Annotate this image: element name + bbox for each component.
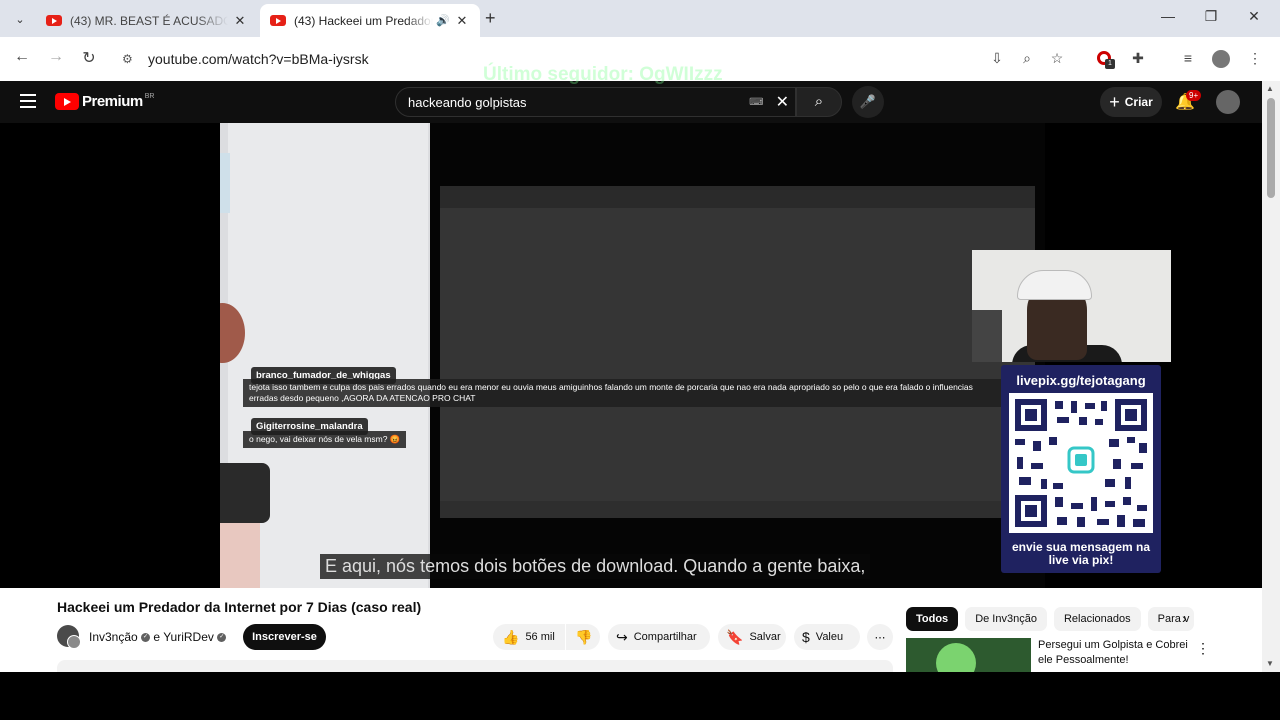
youtube-play-icon bbox=[55, 93, 79, 110]
notification-count-badge: 9+ bbox=[1186, 90, 1202, 101]
new-tab-button[interactable]: + bbox=[485, 8, 496, 29]
subtitle-caption: E aqui, nós temos dois botões de downloa… bbox=[320, 554, 871, 579]
youtube-favicon-icon bbox=[46, 15, 62, 26]
url-text[interactable]: youtube.com/watch?v=bBMa-iysrsk bbox=[148, 51, 369, 67]
microphone-icon[interactable]: 🎤 bbox=[852, 86, 884, 118]
tab-title: (43) MR. BEAST É ACUSADO DE bbox=[70, 13, 228, 28]
chevron-right-icon[interactable]: › bbox=[1182, 610, 1187, 626]
chat-message-text: tejota isso tambem e culpa dos pais erra… bbox=[243, 379, 1003, 407]
qr-code-icon bbox=[1009, 393, 1153, 533]
pix-message: envie sua mensagem na live via pix! bbox=[1011, 540, 1151, 567]
youtube-header: Premium BR hackeando golpistas ⌨ ✕ ⌕ 🎤 +… bbox=[0, 81, 1262, 123]
clear-search-icon[interactable]: ✕ bbox=[776, 92, 789, 112]
close-window-icon[interactable]: ✕ bbox=[1234, 8, 1274, 25]
video-metadata: Hackeei um Predador da Internet por 7 Di… bbox=[0, 588, 1262, 672]
tab-title: (43) Hackeei um Predador d bbox=[294, 13, 434, 28]
speaker-icon[interactable]: 🔊 bbox=[436, 14, 450, 27]
description-box[interactable] bbox=[57, 660, 893, 672]
tab-mr-beast[interactable]: (43) MR. BEAST É ACUSADO DE ✕ bbox=[36, 4, 258, 37]
page-scrollbar[interactable]: ▲ ▼ bbox=[1262, 81, 1280, 672]
chip-related[interactable]: Relacionados bbox=[1053, 607, 1141, 631]
forward-icon[interactable]: → bbox=[44, 48, 68, 66]
last-follower-overlay: Último seguidor: OgWIIzzz bbox=[483, 64, 723, 85]
profile-avatar[interactable] bbox=[1212, 50, 1230, 68]
subscribe-button[interactable]: Inscrever-se bbox=[243, 624, 326, 650]
youtube-favicon-icon bbox=[270, 15, 286, 26]
tab-search-icon[interactable]: ⌄ bbox=[8, 8, 32, 30]
media-control-icon[interactable]: ≡ bbox=[1178, 50, 1198, 66]
related-video-title[interactable]: Persegui um Golpista e Cobrei ele Pessoa… bbox=[1038, 638, 1188, 668]
hamburger-menu-icon[interactable] bbox=[20, 94, 36, 112]
search-query[interactable]: hackeando golpistas bbox=[408, 95, 749, 110]
thanks-button[interactable]: $ Valeu bbox=[794, 624, 860, 650]
chat-message-text: o nego, vai deixar nós de vela msm? 😡 bbox=[243, 431, 407, 448]
site-info-icon[interactable]: ⚙ bbox=[122, 52, 142, 66]
search-button[interactable]: ⌕ bbox=[796, 87, 842, 117]
related-more-icon[interactable]: ⋮ bbox=[1196, 640, 1210, 657]
back-icon[interactable]: ← bbox=[10, 48, 34, 66]
webcam-right bbox=[972, 250, 1171, 362]
scroll-up-icon[interactable]: ▲ bbox=[1266, 84, 1274, 93]
video-title: Hackeei um Predador da Internet por 7 Di… bbox=[57, 599, 422, 615]
bookmark-star-icon[interactable]: ☆ bbox=[1047, 50, 1067, 67]
zoom-icon[interactable]: ⌕ bbox=[1017, 50, 1037, 67]
more-actions-icon[interactable]: ⋯ bbox=[867, 624, 893, 650]
super-thanks-icon: $ bbox=[802, 629, 810, 645]
thumbs-up-icon: 👍 bbox=[502, 628, 520, 645]
share-icon: ↪ bbox=[616, 628, 628, 645]
share-button[interactable]: ↪ Compartilhar bbox=[608, 624, 710, 650]
browser-menu-icon[interactable]: ⋮ bbox=[1245, 50, 1265, 67]
collaborator-avatar[interactable] bbox=[67, 635, 81, 649]
save-button[interactable]: 🔖 Salvar bbox=[718, 624, 786, 650]
video-player[interactable]: branco_fumador_de_whiggas tejota isso ta… bbox=[0, 123, 1262, 588]
minimize-icon[interactable]: — bbox=[1148, 8, 1188, 24]
scrollbar-thumb[interactable] bbox=[1267, 98, 1275, 198]
reload-icon[interactable]: ↻ bbox=[77, 48, 101, 68]
restore-icon[interactable]: ❐ bbox=[1191, 8, 1231, 25]
pix-link: livepix.gg/tejotagang bbox=[1016, 373, 1146, 388]
like-button[interactable]: 👍 56 mil bbox=[493, 624, 565, 650]
verified-icon: ✓ bbox=[217, 633, 227, 643]
related-video-thumbnail[interactable] bbox=[906, 638, 1031, 672]
youtube-page: Premium BR hackeando golpistas ⌨ ✕ ⌕ 🎤 +… bbox=[0, 81, 1262, 672]
chip-from-channel[interactable]: De Inv3nção bbox=[965, 607, 1047, 631]
tab-hackeei[interactable]: (43) Hackeei um Predador d 🔊 ✕ bbox=[260, 4, 480, 37]
search-input[interactable]: hackeando golpistas ⌨ ✕ bbox=[395, 87, 796, 117]
channel-names[interactable]: Inv3nção ✓ e YuriRDev ✓ bbox=[89, 630, 227, 644]
browser-tab-strip: ⌄ (43) MR. BEAST É ACUSADO DE ✕ (43) Hac… bbox=[0, 0, 1280, 37]
extensions-puzzle-icon[interactable]: ✚ bbox=[1128, 50, 1148, 67]
bookmark-icon: 🔖 bbox=[726, 628, 744, 645]
account-avatar[interactable] bbox=[1216, 90, 1240, 114]
dislike-button[interactable]: 👎 bbox=[566, 624, 600, 650]
create-button[interactable]: + Criar bbox=[1100, 87, 1162, 117]
related-filter-chips: Todos De Inv3nção Relacionados Para v bbox=[906, 607, 1201, 631]
plus-icon: + bbox=[1109, 91, 1120, 112]
youtube-logo[interactable]: Premium BR bbox=[55, 93, 154, 110]
tab-close-icon[interactable]: ✕ bbox=[454, 13, 470, 29]
screen-capture bbox=[430, 123, 1045, 588]
keyboard-icon[interactable]: ⌨ bbox=[749, 97, 763, 108]
pix-donation-panel: livepix.gg/tejotagang envie sua mensagem… bbox=[1001, 365, 1161, 573]
verified-icon: ✓ bbox=[141, 633, 151, 643]
extension-badge: 1 bbox=[1105, 59, 1115, 69]
thumbs-down-icon: 👎 bbox=[575, 628, 593, 645]
tab-close-icon[interactable]: ✕ bbox=[232, 13, 248, 29]
chip-all[interactable]: Todos bbox=[906, 607, 959, 631]
install-app-icon[interactable]: ⇩ bbox=[987, 50, 1007, 67]
scroll-down-icon[interactable]: ▼ bbox=[1266, 659, 1274, 668]
webcam-left bbox=[220, 123, 430, 588]
